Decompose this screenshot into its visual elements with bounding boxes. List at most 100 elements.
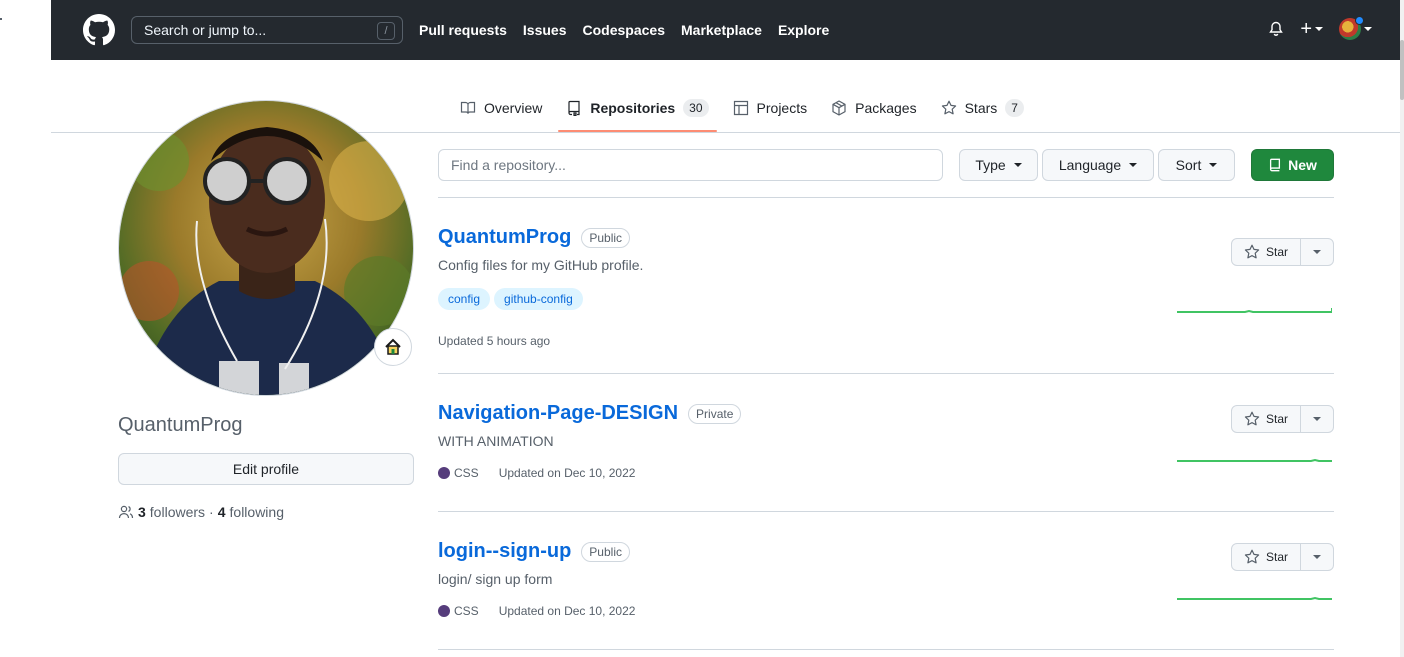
chevron-down-icon bbox=[1315, 27, 1323, 31]
tab-label: Packages bbox=[855, 100, 917, 116]
create-new-menu[interactable]: + bbox=[1300, 18, 1323, 40]
status-emoji-button[interactable] bbox=[374, 328, 412, 366]
visibility-badge: Public bbox=[581, 541, 630, 562]
chevron-down-icon bbox=[1313, 417, 1321, 421]
visibility-badge: Private bbox=[688, 403, 742, 424]
repo-language: CSS bbox=[438, 466, 479, 480]
tab-label: Projects bbox=[756, 100, 808, 116]
follow-separator: · bbox=[209, 504, 214, 520]
chevron-down-icon bbox=[1364, 27, 1372, 31]
language-color-dot bbox=[438, 467, 450, 479]
star-label: Star bbox=[1265, 550, 1288, 564]
following-label[interactable]: following bbox=[230, 504, 284, 520]
github-logo-icon[interactable] bbox=[83, 14, 115, 46]
repo-meta: Updated 5 hours ago bbox=[438, 334, 1334, 348]
repo-description: Config files for my GitHub profile. bbox=[438, 257, 644, 273]
star-button[interactable]: Star bbox=[1232, 406, 1301, 432]
tab-projects[interactable]: Projects bbox=[725, 88, 816, 128]
repo-updated: Updated on Dec 10, 2022 bbox=[498, 604, 636, 618]
language-filter-button[interactable]: Language bbox=[1042, 149, 1154, 181]
language-name: CSS bbox=[454, 604, 479, 618]
nav-codespaces[interactable]: Codespaces bbox=[583, 22, 665, 38]
repo-language: CSS bbox=[438, 604, 479, 618]
followers-label[interactable]: followers bbox=[150, 504, 205, 520]
repo-updated: Updated on Dec 10, 2022 bbox=[498, 466, 636, 480]
repo-updated: Updated 5 hours ago bbox=[438, 334, 551, 348]
repositories-count: 30 bbox=[683, 99, 709, 117]
tab-stars[interactable]: Stars 7 bbox=[933, 88, 1032, 128]
tab-repositories[interactable]: Repositories 30 bbox=[558, 88, 717, 132]
new-repository-button[interactable]: New bbox=[1251, 149, 1334, 181]
tab-overview[interactable]: Overview bbox=[452, 88, 550, 128]
gutter-mark bbox=[0, 18, 2, 20]
profile-tabs: Overview Repositories 30 Projects Packag… bbox=[452, 88, 1032, 132]
profile-photo bbox=[119, 101, 413, 395]
page-scrollbar[interactable] bbox=[1400, 0, 1404, 657]
people-icon bbox=[118, 505, 134, 519]
type-filter-label: Type bbox=[975, 157, 1006, 173]
search-shortcut-key: / bbox=[377, 22, 395, 40]
nav-marketplace[interactable]: Marketplace bbox=[681, 22, 762, 38]
star-list-dropdown[interactable] bbox=[1301, 239, 1333, 265]
header-avatar bbox=[1339, 16, 1364, 40]
chevron-down-icon bbox=[1313, 250, 1321, 254]
chevron-down-icon bbox=[1209, 163, 1218, 167]
new-button-label: New bbox=[1288, 157, 1317, 173]
star-button[interactable]: Star bbox=[1232, 544, 1301, 570]
profile-avatar[interactable] bbox=[118, 100, 414, 396]
stars-count: 7 bbox=[1005, 99, 1024, 117]
star-button-group: Star bbox=[1230, 405, 1334, 433]
follow-stats: 3 followers · 4 following bbox=[118, 504, 284, 520]
sort-filter-button[interactable]: Sort bbox=[1158, 149, 1235, 181]
star-button[interactable]: Star bbox=[1232, 239, 1301, 265]
activity-sparkline bbox=[1177, 596, 1332, 600]
type-filter-button[interactable]: Type bbox=[959, 149, 1038, 181]
tab-label: Stars bbox=[964, 100, 998, 116]
global-search-input[interactable]: Search or jump to... / bbox=[131, 16, 403, 44]
language-filter-label: Language bbox=[1058, 157, 1122, 173]
package-icon bbox=[832, 100, 846, 116]
tab-packages[interactable]: Packages bbox=[823, 88, 924, 128]
sort-filter-label: Sort bbox=[1175, 157, 1202, 173]
language-color-dot bbox=[438, 605, 450, 617]
scrollbar-thumb[interactable] bbox=[1400, 40, 1404, 100]
user-menu[interactable] bbox=[1339, 16, 1372, 40]
nav-pull-requests[interactable]: Pull requests bbox=[419, 22, 507, 38]
notifications-bell-icon[interactable] bbox=[1268, 21, 1284, 37]
following-count[interactable]: 4 bbox=[218, 504, 226, 520]
repo-name-link[interactable]: login--sign-up bbox=[438, 540, 571, 563]
table-icon bbox=[733, 100, 748, 116]
star-label: Star bbox=[1265, 245, 1288, 259]
tab-label: Repositories bbox=[590, 100, 676, 116]
profile-username: QuantumProg bbox=[118, 414, 243, 436]
plus-icon: + bbox=[1300, 18, 1312, 40]
chevron-down-icon bbox=[1013, 163, 1022, 167]
star-icon bbox=[941, 100, 956, 115]
followers-count[interactable]: 3 bbox=[138, 504, 146, 520]
nav-explore[interactable]: Explore bbox=[778, 22, 829, 38]
activity-sparkline bbox=[1177, 308, 1332, 313]
repo-name-link[interactable]: QuantumProg bbox=[438, 226, 571, 249]
topic-tag[interactable]: config bbox=[438, 288, 491, 310]
house-icon bbox=[385, 338, 401, 355]
star-list-dropdown[interactable] bbox=[1301, 406, 1333, 432]
repo-list-item: QuantumProg Public Config files for my G… bbox=[438, 226, 1334, 374]
tab-label: Overview bbox=[484, 100, 543, 116]
language-name: CSS bbox=[454, 466, 479, 480]
repo-name-link[interactable]: Navigation-Page-DESIGN bbox=[438, 402, 678, 425]
topic-tag[interactable]: github-config bbox=[494, 288, 583, 310]
star-icon bbox=[1244, 244, 1260, 259]
global-header: Search or jump to... / Pull requests Iss… bbox=[51, 0, 1400, 60]
chevron-down-icon bbox=[1313, 555, 1321, 559]
star-list-dropdown[interactable] bbox=[1301, 544, 1333, 570]
star-icon bbox=[1244, 549, 1260, 564]
status-dot bbox=[1355, 16, 1364, 25]
book-icon bbox=[460, 101, 476, 114]
filter-divider bbox=[438, 197, 1334, 198]
edit-profile-button[interactable]: Edit profile bbox=[118, 453, 414, 485]
nav-issues[interactable]: Issues bbox=[523, 22, 567, 38]
visibility-badge: Public bbox=[581, 227, 631, 248]
star-button-group: Star bbox=[1230, 543, 1334, 571]
header-actions: + bbox=[1268, 16, 1372, 40]
find-repository-input[interactable] bbox=[438, 149, 943, 181]
